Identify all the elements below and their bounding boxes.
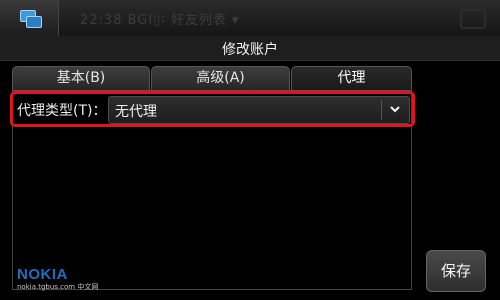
tab-proxy[interactable]: 代理 [291, 66, 412, 90]
proxy-type-select[interactable]: 无代理 [108, 96, 410, 124]
watermark-site: nokia.tgbus.com 中文网 [17, 283, 99, 291]
title-bar: 修改账户 [0, 36, 500, 61]
proxy-type-label: 代理类型(T)： [17, 103, 107, 119]
save-button[interactable]: 保存 [426, 250, 486, 292]
watermark-logo: NOKIA nokia.tgbus.com 中文网 [14, 266, 98, 292]
tab-basic[interactable]: 基本(B) [12, 66, 150, 90]
status-text: 22:38 BGI▯∶ 好友列表 ▾ [80, 13, 240, 28]
task-switcher-icon-back [26, 16, 42, 28]
select-divider [381, 100, 382, 120]
network-icon[interactable] [460, 9, 486, 29]
tab-advanced[interactable]: 高级(A) [151, 66, 290, 90]
status-bar: 22:38 BGI▯∶ 好友列表 ▾ [0, 0, 500, 36]
proxy-type-value: 无代理 [115, 104, 157, 120]
watermark-brand: NOKIA [17, 266, 68, 283]
task-switcher-button[interactable] [0, 0, 59, 36]
chevron-down-icon [390, 106, 400, 113]
tab-bar: 基本(B) 高级(A) 代理 [12, 66, 412, 90]
page-title: 修改账户 [222, 42, 278, 58]
